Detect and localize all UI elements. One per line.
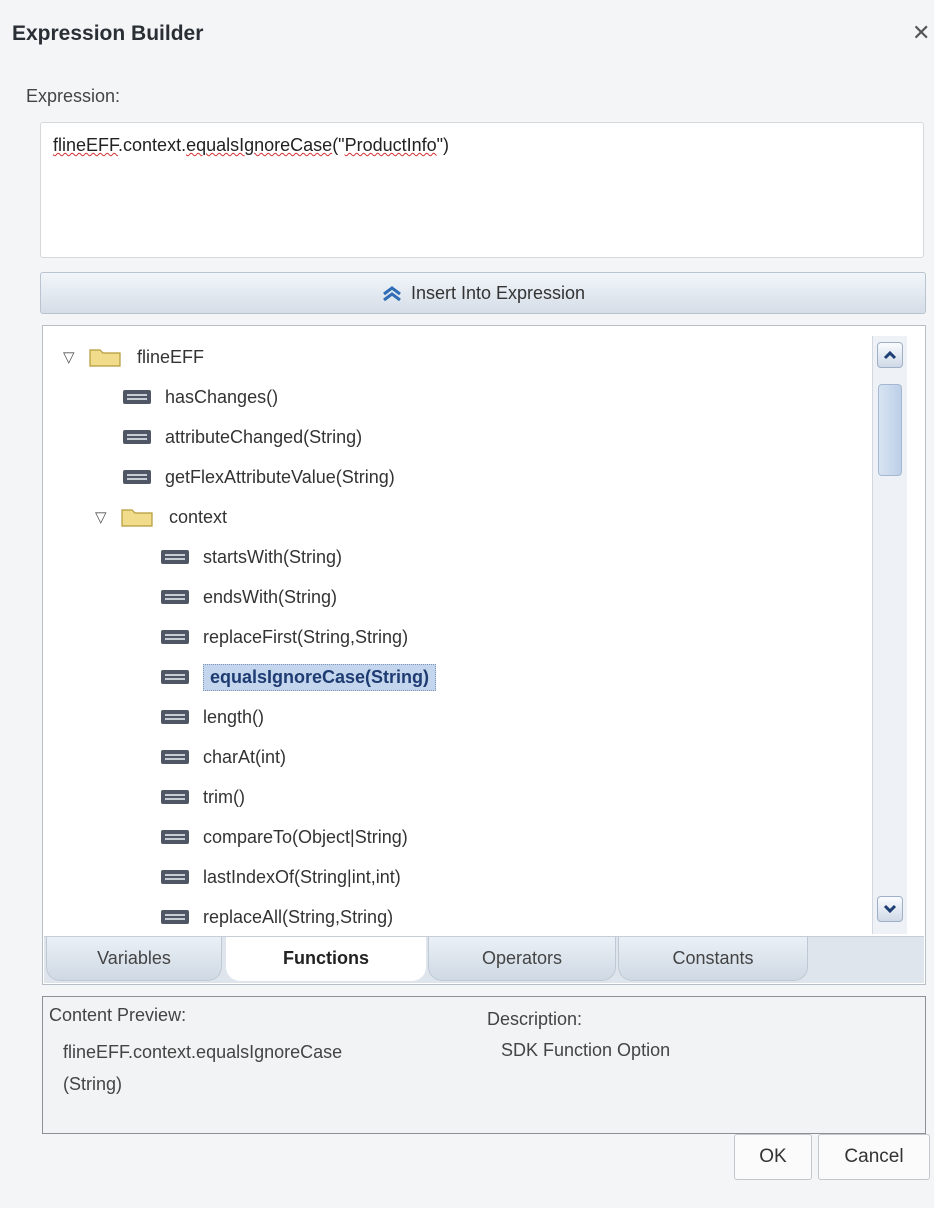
description-value: SDK Function Option: [501, 1040, 671, 1060]
insert-button-label: Insert Into Expression: [410, 282, 586, 303]
scrollbar-thumb[interactable]: [878, 384, 902, 476]
chevron-up-icon: [883, 350, 897, 360]
expression-token: flineEFF: [53, 135, 119, 155]
expression-builder-dialog: Expression Builder ✕ Expression: flineEF…: [0, 0, 934, 1208]
preview-panel: Content Preview: flineEFF.context.equals…: [42, 996, 926, 1134]
expression-token: "): [436, 135, 450, 155]
tree-item-function[interactable]: length(): [161, 702, 264, 732]
expression-token: .context.: [118, 135, 187, 155]
tree-item-label: replaceFirst(String,String): [203, 626, 409, 647]
folder-icon: [89, 349, 121, 367]
function-icon: [161, 750, 189, 764]
function-icon: [161, 710, 189, 724]
tree-scrollbar[interactable]: [872, 336, 907, 934]
function-icon: [123, 390, 151, 404]
tree-item-function[interactable]: getFlexAttributeValue(String): [123, 462, 395, 492]
expression-label: Expression:: [26, 86, 121, 106]
cancel-button[interactable]: Cancel: [818, 1134, 930, 1180]
expression-token: equalsIgnoreCase: [186, 135, 333, 155]
tree-item-function[interactable]: replaceFirst(String,String): [161, 622, 408, 652]
folder-icon: [121, 509, 153, 527]
tree-item-label: flineEFF: [137, 346, 205, 367]
tree-item-label: replaceAll(String,String): [203, 906, 394, 927]
tree-folder-context[interactable]: ▽ context: [95, 502, 227, 532]
expression-token: (": [332, 135, 345, 155]
expression-token: ProductInfo: [344, 135, 437, 155]
tree-folder-flineeff[interactable]: ▽ flineEFF: [63, 342, 204, 372]
content-preview-label: Content Preview:: [49, 1005, 187, 1025]
tab-functions[interactable]: Functions: [226, 937, 426, 981]
tree-item-label: equalsIgnoreCase(String): [203, 663, 437, 691]
tree-item-label: hasChanges(): [165, 386, 279, 407]
description-label: Description:: [487, 1009, 583, 1029]
function-icon: [161, 870, 189, 884]
tree-item-function[interactable]: hasChanges(): [123, 382, 278, 412]
tree-item-label: trim(): [203, 786, 245, 807]
function-icon: [161, 790, 189, 804]
double-chevron-up-icon: [383, 286, 401, 301]
expand-triangle-icon[interactable]: ▽: [95, 508, 113, 526]
function-tree-panel: ▽ flineEFF hasChanges() attributeChanged…: [42, 325, 926, 985]
expression-textarea[interactable]: flineEFF.context.equalsIgnoreCase("Produ…: [40, 122, 924, 258]
function-icon: [161, 630, 189, 644]
scroll-down-button[interactable]: [877, 896, 903, 922]
tree-item-label: getFlexAttributeValue(String): [165, 466, 395, 487]
tree-item-function[interactable]: startsWith(String): [161, 542, 342, 572]
tree-item-function[interactable]: charAt(int): [161, 742, 286, 772]
tree-item-label: startsWith(String): [203, 546, 343, 567]
tab-constants[interactable]: Constants: [618, 937, 808, 981]
scroll-up-button[interactable]: [877, 342, 903, 368]
insert-into-expression-button[interactable]: Insert Into Expression: [40, 272, 926, 314]
tree-item-label: charAt(int): [203, 746, 287, 767]
content-preview-line1: flineEFF.context.equalsIgnoreCase: [63, 1042, 343, 1062]
ok-button[interactable]: OK: [734, 1134, 812, 1180]
builder-tab-bar: Variables Functions Operators Constants: [44, 936, 924, 983]
tree-item-label: compareTo(Object|String): [203, 826, 408, 847]
close-icon[interactable]: ✕: [912, 20, 934, 46]
function-icon: [161, 670, 189, 684]
tree-item-label: context: [169, 506, 228, 527]
tab-variables[interactable]: Variables: [46, 937, 222, 981]
tree-item-function[interactable]: compareTo(Object|String): [161, 822, 408, 852]
tree-item-label: length(): [203, 706, 265, 727]
content-preview-line2: (String): [63, 1074, 123, 1094]
function-icon: [161, 590, 189, 604]
tree-item-function[interactable]: replaceAll(String,String): [161, 902, 393, 932]
tab-operators[interactable]: Operators: [428, 937, 616, 981]
function-icon: [123, 470, 151, 484]
expand-triangle-icon[interactable]: ▽: [63, 348, 81, 366]
tree-item-function[interactable]: lastIndexOf(String|int,int): [161, 862, 401, 892]
dialog-title: Expression Builder: [12, 22, 204, 45]
tree-item-function[interactable]: trim(): [161, 782, 245, 812]
function-icon: [161, 910, 189, 924]
tree-item-label: attributeChanged(String): [165, 426, 363, 447]
chevron-down-icon: [883, 904, 897, 914]
tree-item-function-selected[interactable]: equalsIgnoreCase(String): [161, 662, 437, 692]
function-icon: [123, 430, 151, 444]
function-icon: [161, 550, 189, 564]
tree-item-label: lastIndexOf(String|int,int): [203, 866, 401, 887]
function-icon: [161, 830, 189, 844]
tree-item-function[interactable]: attributeChanged(String): [123, 422, 362, 452]
tree-item-label: endsWith(String): [203, 586, 338, 607]
expression-value: flineEFF.context.equalsIgnoreCase("Produ…: [53, 135, 449, 156]
tree-item-function[interactable]: endsWith(String): [161, 582, 337, 612]
